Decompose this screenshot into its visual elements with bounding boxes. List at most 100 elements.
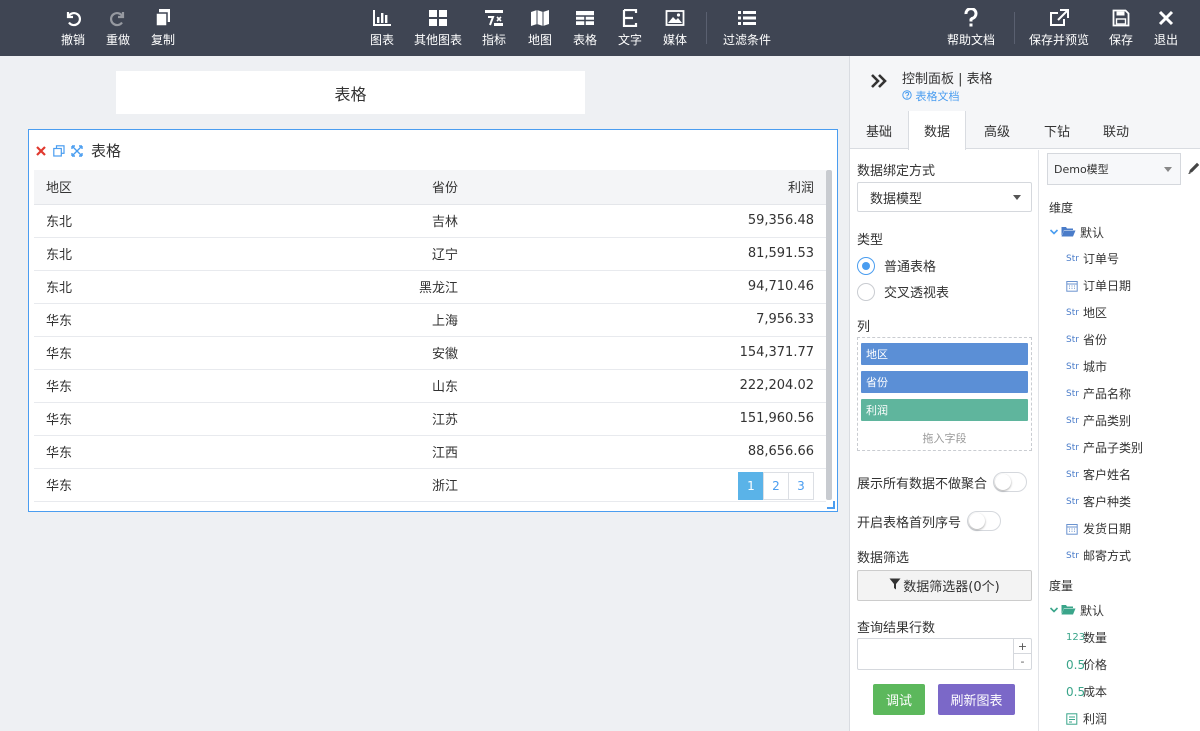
indicator-button[interactable]: 指标 [480, 0, 508, 56]
field-item[interactable]: Str 产品类别 [1066, 412, 1131, 429]
table-widget[interactable]: 表格 地区 省份 利润 东北 吉林 59,356.48 东北 辽宁 81,591.53 … [28, 129, 838, 512]
table-doc-link[interactable]: 表格文档 [902, 88, 960, 104]
columns-dropzone[interactable]: 地区 省份 利润 拖入字段 [857, 337, 1032, 451]
edit-model-icon[interactable] [1187, 161, 1200, 175]
table-button[interactable]: 表格 [571, 0, 599, 56]
page-button-2[interactable]: 2 [763, 472, 789, 500]
serial-toggle-label: 开启表格首列序号 [857, 515, 962, 531]
save-button[interactable]: 保存 [1106, 0, 1136, 56]
field-name: 邮寄方式 [1083, 549, 1132, 563]
radio-checked-icon [857, 256, 875, 275]
column-chip-profit[interactable]: 利润 [861, 399, 1028, 421]
table-cell: 上海 [249, 303, 462, 337]
text-button[interactable]: 文字 [616, 0, 644, 56]
field-name: 价格 [1083, 658, 1108, 672]
chart-label: 图表 [369, 33, 394, 47]
field-item[interactable]: Str 产品子类别 [1066, 439, 1143, 456]
field-item[interactable]: 0.5 价格 [1066, 656, 1107, 673]
field-item[interactable]: 0.5 成本 [1066, 683, 1107, 700]
table-scrollbar[interactable] [826, 170, 832, 500]
tab-advanced[interactable]: 高级 [967, 111, 1027, 150]
dimension-group-default[interactable]: 默认 [1049, 224, 1104, 241]
column-chip-region[interactable]: 地区 [861, 343, 1028, 365]
table-header-row: 地区 省份 利润 [34, 170, 826, 205]
chart-button[interactable]: 图表 [368, 0, 396, 56]
undo-button[interactable]: 撤销 [58, 0, 88, 56]
string-type-icon: Str [1066, 496, 1079, 507]
chevron-down-icon [1049, 226, 1059, 240]
resize-handle[interactable] [827, 501, 835, 509]
page-button-3[interactable]: 3 [788, 472, 814, 500]
increment-button[interactable]: + [1014, 639, 1031, 654]
field-item[interactable]: Str 客户姓名 [1066, 466, 1131, 483]
radio-pivot-table[interactable]: 交叉透视表 [857, 282, 949, 301]
collapse-panel-button[interactable] [868, 70, 892, 94]
field-item[interactable]: Str 城市 [1066, 358, 1107, 375]
all-data-toggle[interactable] [993, 472, 1028, 492]
field-name: 订单日期 [1083, 279, 1132, 293]
field-item[interactable]: Str 邮寄方式 [1066, 547, 1131, 564]
tab-data[interactable]: 数据 [908, 111, 966, 150]
field-item[interactable]: Str 客户种类 [1066, 493, 1131, 510]
radio-normal-table[interactable]: 普通表格 [857, 256, 936, 275]
toolbar-divider [706, 12, 707, 44]
query-rows-input[interactable]: + - [857, 638, 1032, 670]
media-label: 媒体 [662, 33, 687, 47]
dimension-section-label: 维度 [1049, 201, 1074, 215]
field-item[interactable]: Str 省份 [1066, 331, 1107, 348]
data-table: 地区 省份 利润 东北 吉林 59,356.48 东北 辽宁 81,591.53 东北黑… [34, 170, 826, 502]
toolbar-divider [1014, 12, 1015, 44]
table-cell: 华东 [34, 369, 249, 403]
copy-button[interactable]: 复制 [148, 0, 178, 56]
measure-group-default[interactable]: 默认 [1049, 602, 1104, 619]
media-button[interactable]: 媒体 [661, 0, 689, 56]
delete-widget-icon[interactable] [34, 144, 48, 158]
column-header[interactable]: 省份 [249, 170, 462, 205]
exit-button[interactable]: 退出 [1151, 0, 1181, 56]
table-cell: 7,956.33 [462, 303, 826, 337]
columns-label: 列 [857, 320, 871, 335]
table-row: 华东 山东 222,204.02 [34, 369, 826, 403]
field-item[interactable]: Str 地区 [1066, 304, 1107, 321]
field-item[interactable]: 订单日期 [1066, 277, 1131, 294]
duplicate-widget-icon[interactable] [52, 144, 66, 158]
binding-select[interactable]: 数据模型 [857, 182, 1032, 212]
table-cell: 辽宁 [249, 237, 462, 271]
column-header[interactable]: 利润 [462, 170, 826, 205]
field-item[interactable]: 发货日期 [1066, 520, 1131, 537]
group-label: 默认 [1080, 604, 1105, 618]
help-docs-label: 帮助文档 [946, 33, 995, 47]
model-select[interactable]: Demo模型 [1047, 153, 1181, 185]
tab-linkage[interactable]: 联动 [1087, 111, 1145, 150]
page-button-1[interactable]: 1 [738, 472, 764, 500]
map-button[interactable]: 地图 [526, 0, 554, 56]
other-charts-button[interactable]: 其他图表 [414, 0, 462, 56]
column-header[interactable]: 地区 [34, 170, 249, 205]
filter-conditions-button[interactable]: 过滤条件 [722, 0, 772, 56]
refresh-chart-button[interactable]: 刷新图表 [938, 684, 1015, 715]
title-widget-text: 表格 [334, 84, 367, 104]
expand-widget-icon[interactable] [70, 144, 84, 158]
title-widget[interactable]: 表格 [116, 71, 585, 114]
help-docs-button[interactable]: 帮助文档 [946, 0, 996, 56]
field-item[interactable]: 利润 [1066, 710, 1107, 727]
column-chip-province[interactable]: 省份 [861, 371, 1028, 393]
redo-button[interactable]: 重做 [103, 0, 133, 56]
field-item[interactable]: 123 数量 [1066, 629, 1107, 646]
calculated-field-icon [1066, 712, 1082, 725]
decimal-type-icon: 0.5 [1066, 684, 1086, 699]
decrement-button[interactable]: - [1014, 654, 1031, 669]
field-item[interactable]: Str 产品名称 [1066, 385, 1131, 402]
measure-section-label: 度量 [1049, 579, 1074, 593]
tab-basic[interactable]: 基础 [850, 111, 908, 150]
field-item[interactable]: Str 订单号 [1066, 250, 1119, 267]
save-preview-button[interactable]: 保存并预览 [1029, 0, 1089, 56]
field-name: 发货日期 [1083, 522, 1132, 536]
caret-down-icon [1013, 195, 1021, 200]
tab-drilldown[interactable]: 下钻 [1027, 111, 1087, 150]
debug-button[interactable]: 调试 [873, 684, 925, 715]
field-name: 产品子类别 [1083, 441, 1144, 455]
table-row: 东北 吉林 59,356.48 [34, 204, 826, 238]
serial-toggle[interactable] [967, 511, 1002, 531]
data-filter-button[interactable]: 数据筛选器(0个) [857, 570, 1032, 601]
